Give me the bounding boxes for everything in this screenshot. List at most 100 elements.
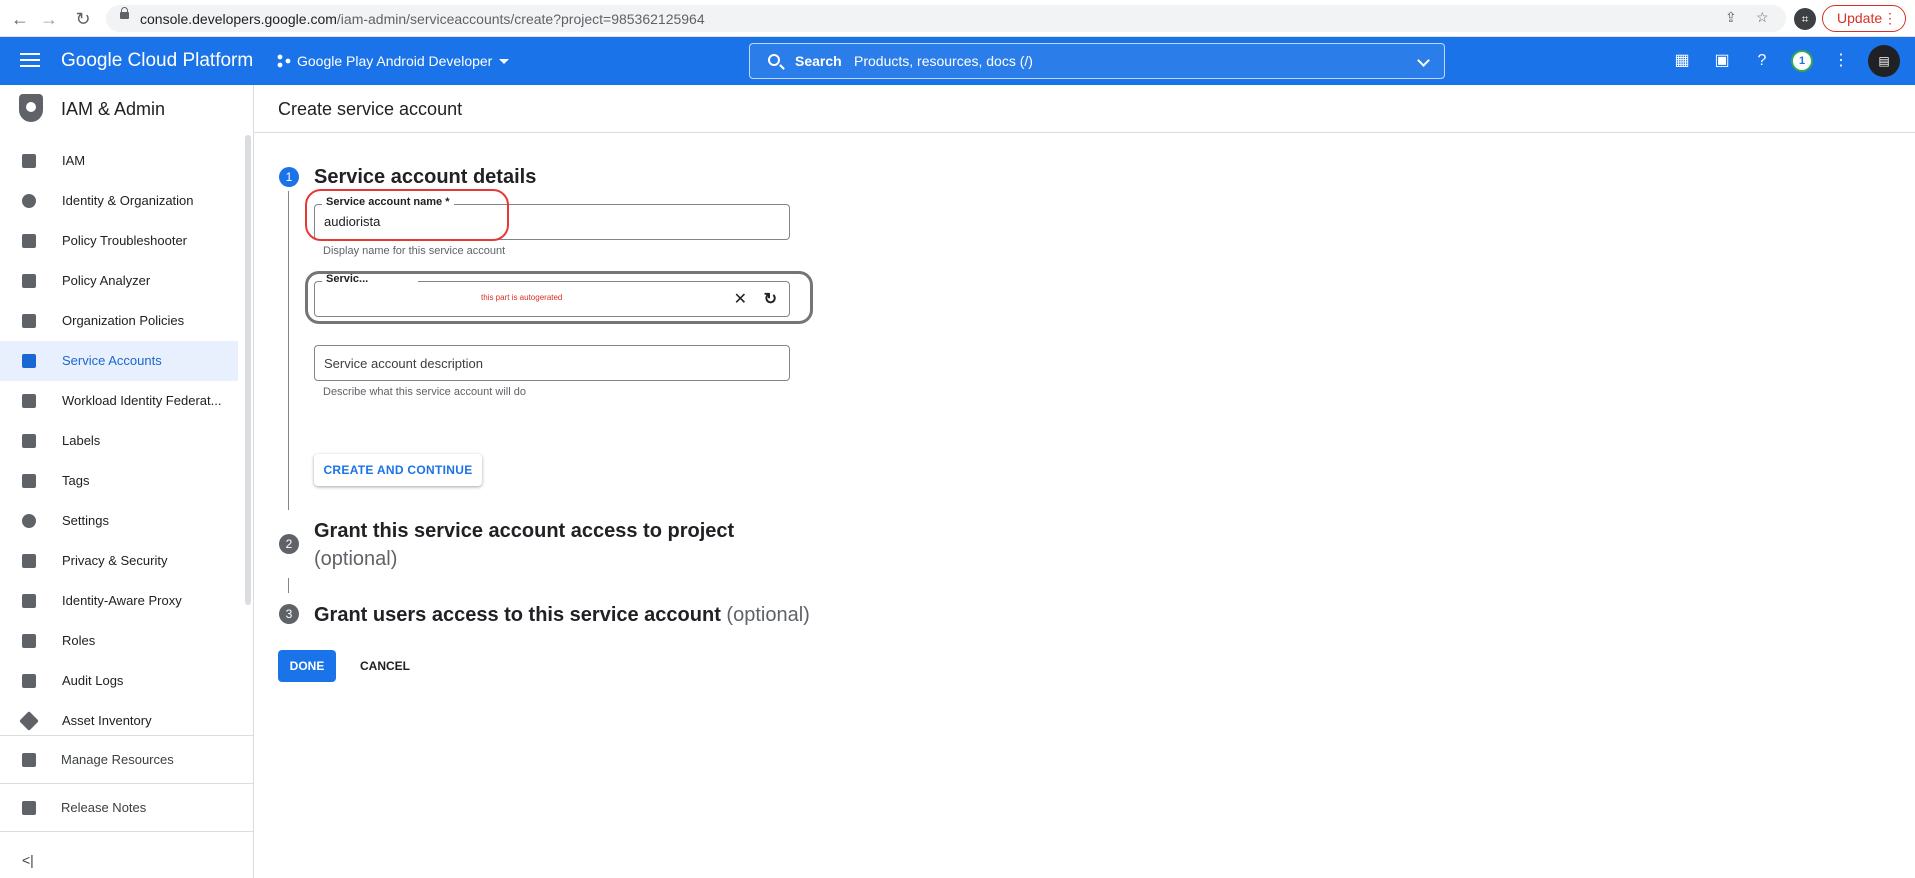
project-icon	[277, 54, 291, 68]
notifications-badge[interactable]: 1	[1791, 50, 1813, 72]
hat-icon	[22, 634, 36, 648]
scrollbar[interactable]	[245, 135, 251, 605]
avatar[interactable]: ▤	[1868, 45, 1900, 77]
menu-icon[interactable]	[20, 53, 40, 67]
account-circle-icon	[22, 194, 36, 208]
more-vert-icon: ⋮	[1883, 10, 1897, 26]
shield-icon	[19, 94, 43, 122]
sidebar-item-label: Policy Analyzer	[62, 273, 151, 288]
sidebar-item-labels[interactable]: Labels	[0, 421, 238, 461]
chevron-down-icon[interactable]	[499, 59, 509, 64]
lines-icon	[22, 674, 36, 688]
sidebar-item-audit-logs[interactable]: Audit Logs	[0, 661, 238, 701]
more-vert-icon[interactable]: ⋮	[1829, 49, 1853, 73]
search-input[interactable]: Search Products, resources, docs (/)	[749, 43, 1445, 79]
gift-icon[interactable]: ▦	[1670, 49, 1694, 73]
release-notes-link[interactable]: Release Notes	[0, 783, 253, 831]
document-search-icon	[22, 274, 36, 288]
person-add-icon	[22, 154, 36, 168]
cancel-button[interactable]: CANCEL	[350, 650, 420, 682]
manage-resources-link[interactable]: Manage Resources	[0, 735, 253, 783]
service-account-description-field[interactable]: Service account description	[314, 345, 790, 381]
sidebar-item-label: Roles	[62, 633, 96, 648]
step-2-title[interactable]: Grant this service account access to pro…	[314, 520, 734, 543]
extension-icon[interactable]: ⌗	[1794, 8, 1816, 30]
back-arrow-icon[interactable]: ←	[9, 8, 31, 30]
star-icon[interactable]: ☆	[1756, 9, 1769, 26]
step-1-title: Service account details	[314, 166, 537, 188]
sidebar-item-organization-policies[interactable]: Organization Policies	[0, 301, 238, 341]
search-icon	[768, 54, 780, 66]
sidebar-item-policy-analyzer[interactable]: Policy Analyzer	[0, 261, 238, 301]
chevron-down-icon[interactable]	[1417, 54, 1430, 67]
sidebar-item-label: Organization Policies	[62, 313, 185, 328]
folder-settings-icon	[22, 753, 36, 767]
sidebar-item-label: Tags	[62, 473, 90, 488]
share-icon[interactable]: ⇪	[1725, 9, 1737, 26]
step-connector	[288, 578, 289, 593]
sidebar-item-label: Policy Troubleshooter	[62, 233, 188, 248]
sidebar-item-identity-aware-proxy[interactable]: Identity-Aware Proxy	[0, 581, 238, 621]
divider	[254, 132, 1915, 133]
wrench-icon	[22, 234, 36, 248]
done-button[interactable]: DONE	[278, 650, 336, 682]
sidebar-item-label: Identity-Aware Proxy	[62, 593, 182, 608]
step-3-number: 3	[279, 604, 299, 624]
sidebar-item-roles[interactable]: Roles	[0, 621, 238, 661]
reload-icon[interactable]: ↻	[72, 8, 94, 30]
highlight-circle	[305, 189, 509, 241]
address-bar[interactable]: console.developers.google.com/iam-admin/…	[106, 5, 1786, 32]
sidebar-item-service-accounts[interactable]: Service Accounts	[0, 341, 238, 381]
shield-icon	[22, 554, 36, 568]
sidebar-item-label: Workload Identity Federat...	[62, 393, 222, 408]
service-account-icon	[22, 354, 36, 368]
sidebar-item-label: Identity & Organization	[62, 193, 194, 208]
cloud-shell-icon[interactable]: ▣	[1710, 49, 1734, 73]
sidebar-item-identity-organization[interactable]: Identity & Organization	[0, 181, 238, 221]
field-placeholder: Service account description	[324, 356, 483, 371]
help-icon[interactable]: ?	[1750, 49, 1774, 73]
highlight-outline	[305, 271, 813, 324]
browser-toolbar: ← → ↻ console.developers.google.com/iam-…	[0, 0, 1915, 37]
step-2-number: 2	[279, 534, 299, 554]
manage-resources-label: Manage Resources	[61, 752, 174, 767]
url-text: console.developers.google.com/iam-admin/…	[140, 11, 705, 27]
sidebar-item-privacy-security[interactable]: Privacy & Security	[0, 541, 238, 581]
step-3-title[interactable]: Grant users access to this service accou…	[314, 604, 810, 627]
step-1-number: 1	[279, 167, 299, 187]
sidebar-item-policy-troubleshooter[interactable]: Policy Troubleshooter	[0, 221, 238, 261]
step-2-optional: (optional)	[314, 548, 398, 570]
id-card-icon	[22, 394, 36, 408]
proxy-icon	[22, 594, 36, 608]
top-app-bar: Google Cloud Platform Google Play Androi…	[0, 37, 1915, 85]
sidebar-title: IAM & Admin	[61, 99, 166, 119]
diamond-icon	[19, 711, 39, 731]
update-button[interactable]: Update ⋮	[1822, 5, 1906, 32]
sidebar-item-tags[interactable]: Tags	[0, 461, 238, 501]
label-icon	[22, 434, 36, 448]
field-hint: Display name for this service account	[323, 245, 506, 257]
sidebar: IAM & Admin IAM Identity & Organization …	[0, 85, 254, 878]
collapse-left-icon[interactable]: <|	[22, 852, 34, 868]
page-title: Create service account	[278, 99, 463, 119]
field-hint: Describe what this service account will …	[323, 386, 526, 398]
sidebar-item-label: Service Accounts	[62, 353, 162, 368]
brand-title[interactable]: Google Cloud Platform	[61, 50, 253, 72]
sidebar-item-label: Settings	[62, 513, 109, 528]
sidebar-item-settings[interactable]: Settings	[0, 501, 238, 541]
sidebar-item-label: Labels	[62, 433, 101, 448]
project-selector[interactable]: Google Play Android Developer	[297, 53, 492, 69]
search-placeholder: Products, resources, docs (/)	[854, 53, 1033, 69]
create-and-continue-button[interactable]: CREATE AND CONTINUE	[314, 454, 482, 486]
forward-arrow-icon[interactable]: →	[38, 8, 60, 30]
release-notes-icon	[22, 801, 36, 815]
sidebar-item-label: Audit Logs	[62, 673, 124, 688]
search-label: Search	[795, 53, 842, 69]
sidebar-item-workload-identity[interactable]: Workload Identity Federat...	[0, 381, 238, 421]
sidebar-item-iam[interactable]: IAM	[0, 141, 238, 181]
tag-icon	[22, 474, 36, 488]
sidebar-item-label: IAM	[62, 153, 86, 168]
gear-icon	[22, 514, 36, 528]
sidebar-header: IAM & Admin	[0, 85, 253, 133]
list-document-icon	[22, 314, 36, 328]
